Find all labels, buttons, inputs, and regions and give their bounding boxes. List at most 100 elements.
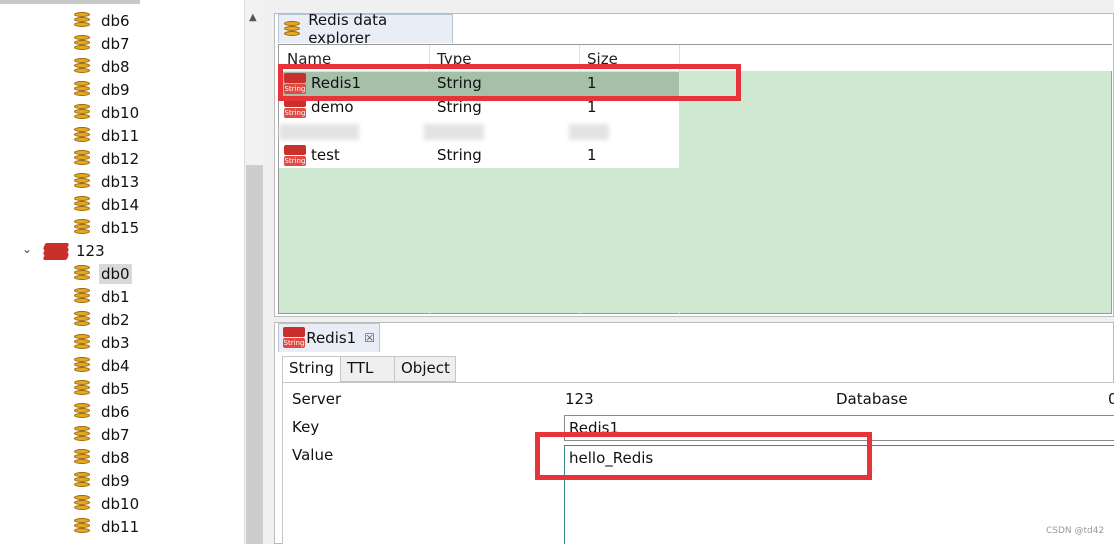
tree-scrollbar-thumb[interactable] xyxy=(246,165,263,544)
tree-item-db8[interactable]: db8 xyxy=(73,447,132,469)
string-type-icon: String xyxy=(283,327,305,349)
tree-item-label: db5 xyxy=(101,380,130,398)
tree-item-label: db14 xyxy=(101,196,140,214)
tree-item-db10[interactable]: db10 xyxy=(73,102,141,124)
tree-item-label: db6 xyxy=(101,12,130,30)
tree-item-db2[interactable]: db2 xyxy=(73,309,132,331)
tree-server-label: 123 xyxy=(76,242,105,260)
cell-size: 1 xyxy=(587,146,597,164)
tree-item-db11[interactable]: db11 xyxy=(73,516,141,538)
cell-type: String xyxy=(437,146,482,164)
tree-item-db12[interactable]: db12 xyxy=(73,148,141,170)
tree-item-label: db4 xyxy=(101,357,130,375)
server-label: Server xyxy=(292,390,342,408)
tab-key-detail[interactable]: String Redis1 ☒ xyxy=(278,323,380,352)
tree-server-node[interactable]: ⌄ 123 xyxy=(22,240,107,262)
database-icon xyxy=(73,149,91,169)
tree-item-db6[interactable]: db6 xyxy=(73,401,132,423)
close-tab-icon[interactable]: ☒ xyxy=(364,331,375,345)
subtab-ttl[interactable]: TTL xyxy=(340,356,396,382)
tree-item-db11[interactable]: db11 xyxy=(73,125,141,147)
subtab-object[interactable]: Object xyxy=(394,356,456,382)
database-icon xyxy=(73,57,91,77)
tree-item-label: db10 xyxy=(101,495,140,513)
tree-item-db15[interactable]: db15 xyxy=(73,217,141,239)
subtab-string[interactable]: String xyxy=(282,356,342,384)
string-icon-caption: String xyxy=(284,108,306,118)
tab-label: Redis1 xyxy=(306,329,357,347)
database-icon xyxy=(73,34,91,54)
tree-item-label: db15 xyxy=(101,219,140,237)
scroll-up-arrow-icon[interactable]: ▲ xyxy=(249,12,257,23)
tree-item-db13[interactable]: db13 xyxy=(73,171,141,193)
database-icon xyxy=(73,517,91,537)
redis-data-explorer-panel: Redis data explorer Name Type Size Strin… xyxy=(274,11,1114,317)
redacted-cell xyxy=(424,124,484,140)
table-row[interactable]: String test String 1 xyxy=(279,144,679,168)
tree-item-db4[interactable]: db4 xyxy=(73,355,132,377)
tree-item-label: db10 xyxy=(101,104,140,122)
string-type-icon: String xyxy=(284,145,306,167)
connection-tree: db6 db7 db8 db9 db10 db11 db12 db13 db14… xyxy=(0,0,244,544)
tree-item-db0[interactable]: db0 xyxy=(73,263,132,285)
tree-item-db5[interactable]: db5 xyxy=(73,378,132,400)
tree-item-label: db7 xyxy=(101,426,130,444)
tab-redis-data-explorer[interactable]: Redis data explorer xyxy=(278,11,453,47)
tree-scrollbar[interactable]: ▲ xyxy=(244,0,264,544)
tree-item-label: db3 xyxy=(101,334,130,352)
tree-item-db9[interactable]: db9 xyxy=(73,79,132,101)
database-icon xyxy=(73,471,91,491)
key-label: Key xyxy=(292,418,320,436)
watermark-text: CSDN @td42 xyxy=(1046,526,1105,536)
database-icon xyxy=(73,287,91,307)
string-icon-caption: String xyxy=(284,156,306,166)
tree-item-db9[interactable]: db9 xyxy=(73,470,132,492)
database-icon xyxy=(73,264,91,284)
database-icon xyxy=(73,333,91,353)
tree-item-db8[interactable]: db8 xyxy=(73,56,132,78)
database-value: 0 xyxy=(1108,390,1114,408)
redis-server-icon xyxy=(42,242,70,260)
highlight-box-selected-key xyxy=(278,64,741,101)
database-icon xyxy=(73,218,91,238)
table-row-redacted[interactable] xyxy=(279,120,679,144)
database-icon xyxy=(73,103,91,123)
tree-item-label: db1 xyxy=(101,288,130,306)
tree-item-db6[interactable]: db6 xyxy=(73,10,132,32)
string-icon-caption: String xyxy=(283,338,305,348)
value-label: Value xyxy=(292,446,334,464)
tree-item-label: db7 xyxy=(101,35,130,53)
database-icon xyxy=(73,425,91,445)
tree-item-db14[interactable]: db14 xyxy=(73,194,141,216)
chevron-down-icon[interactable]: ⌄ xyxy=(22,242,32,256)
cell-name: test xyxy=(311,146,340,164)
tree-item-db7[interactable]: db7 xyxy=(73,33,132,55)
tree-item-db7[interactable]: db7 xyxy=(73,424,132,446)
database-icon xyxy=(73,172,91,192)
tree-item-label: db2 xyxy=(101,311,130,329)
database-icon xyxy=(283,19,302,39)
tree-item-label: db9 xyxy=(101,472,130,490)
tab-label: Redis data explorer xyxy=(308,11,388,47)
tree-item-label: db11 xyxy=(101,127,140,145)
redacted-cell xyxy=(279,124,359,140)
tree-item-label: db13 xyxy=(101,173,140,191)
database-icon xyxy=(73,402,91,422)
app-window: db6 db7 db8 db9 db10 db11 db12 db13 db14… xyxy=(0,0,1114,544)
database-icon xyxy=(73,126,91,146)
tree-item-label: db8 xyxy=(101,58,130,76)
tree-item-db1[interactable]: db1 xyxy=(73,286,132,308)
database-icon xyxy=(73,379,91,399)
tree-item-db3[interactable]: db3 xyxy=(73,332,132,354)
database-icon xyxy=(73,310,91,330)
redacted-cell xyxy=(569,124,609,140)
tree-item-label: db9 xyxy=(101,81,130,99)
database-icon xyxy=(73,11,91,31)
tree-item-db10[interactable]: db10 xyxy=(73,493,141,515)
database-icon xyxy=(73,356,91,376)
database-label: Database xyxy=(836,390,908,408)
highlight-box-value xyxy=(535,432,872,480)
tree-item-label: db8 xyxy=(101,449,130,467)
database-icon xyxy=(73,195,91,215)
database-icon xyxy=(73,80,91,100)
